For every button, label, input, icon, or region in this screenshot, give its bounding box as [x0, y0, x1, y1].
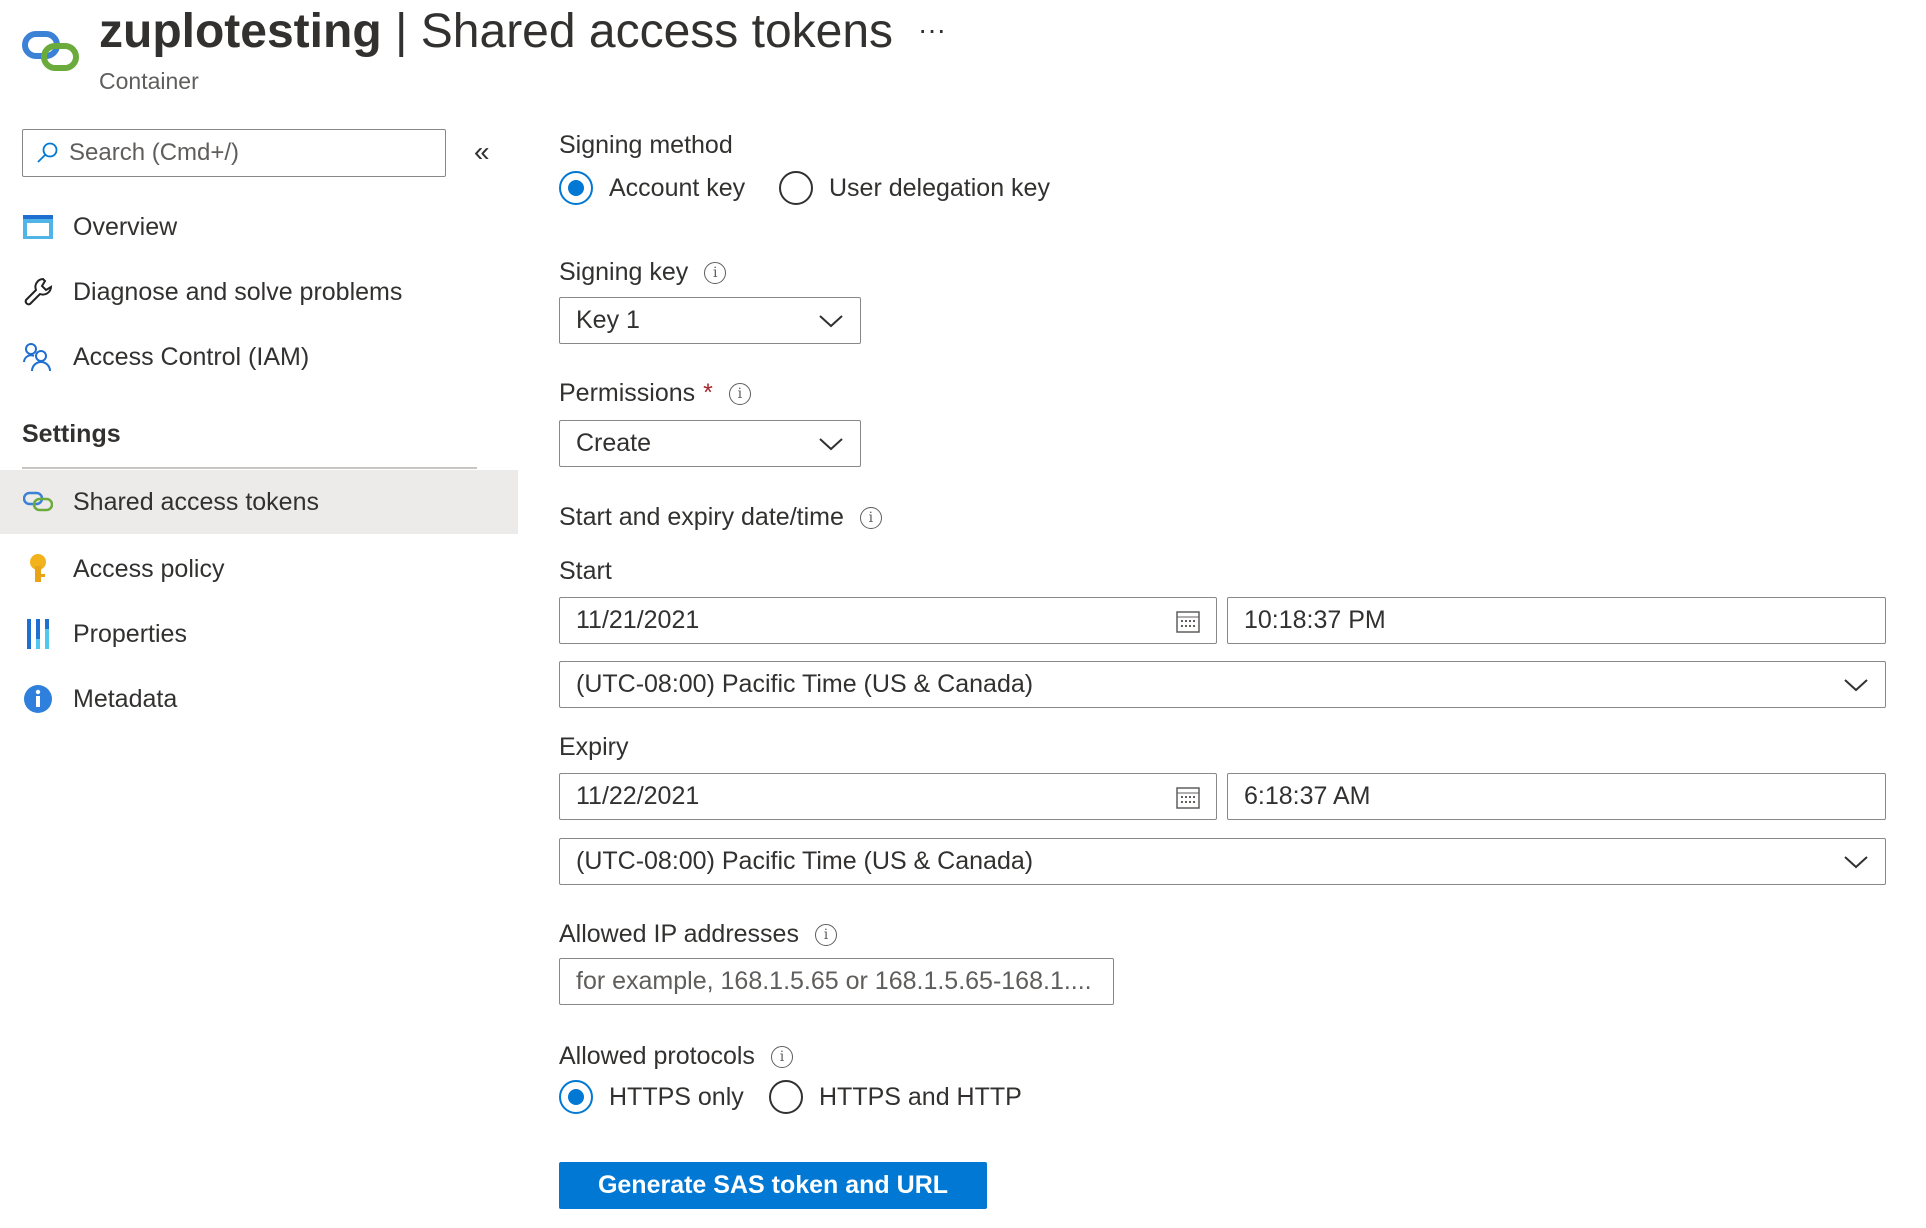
- people-icon: [22, 341, 54, 373]
- signing-method-label: Signing method: [559, 131, 733, 159]
- search-icon: [37, 142, 58, 163]
- info-icon[interactable]: i: [704, 261, 727, 284]
- sidebar-item-overview[interactable]: Overview: [0, 195, 518, 259]
- signing-key-select[interactable]: Key 1: [559, 297, 861, 344]
- settings-section-heading: Settings: [22, 420, 121, 448]
- radio-https-and-http[interactable]: HTTPS and HTTP: [769, 1080, 1022, 1114]
- chevron-down-icon: [819, 437, 843, 450]
- expiry-time-input[interactable]: 6:18:37 AM: [1227, 773, 1886, 820]
- info-icon[interactable]: i: [814, 923, 837, 946]
- collapse-sidebar-button[interactable]: «: [474, 136, 490, 168]
- radio-unselected[interactable]: [779, 171, 813, 205]
- allowed-protocols-label: Allowed protocols i: [559, 1042, 793, 1071]
- start-label: Start: [559, 557, 612, 585]
- start-timezone-select[interactable]: (UTC-08:00) Pacific Time (US & Canada): [559, 661, 1886, 708]
- expiry-timezone-select[interactable]: (UTC-08:00) Pacific Time (US & Canada): [559, 838, 1886, 885]
- start-date-input[interactable]: 11/21/2021: [559, 597, 1217, 644]
- sidebar-item-access-policy[interactable]: Access policy: [0, 537, 518, 601]
- allowed-ip-input[interactable]: for example, 168.1.5.65 or 168.1.5.65-16…: [559, 958, 1114, 1005]
- section-divider: [22, 467, 477, 469]
- required-marker: *: [703, 379, 713, 407]
- overview-icon: [22, 211, 54, 243]
- properties-icon: [22, 618, 54, 650]
- info-icon: [22, 683, 54, 715]
- sidebar-item-properties[interactable]: Properties: [0, 602, 518, 666]
- expiry-date-input[interactable]: 11/22/2021: [559, 773, 1217, 820]
- start-time-input[interactable]: 10:18:37 PM: [1227, 597, 1886, 644]
- info-icon[interactable]: i: [728, 382, 751, 405]
- permissions-select[interactable]: Create: [559, 420, 861, 467]
- key-icon: [22, 553, 54, 585]
- page-title: zuplotesting | Shared access tokens: [99, 5, 894, 58]
- generate-sas-button[interactable]: Generate SAS token and URL: [559, 1162, 987, 1209]
- chevron-down-icon: [819, 314, 843, 327]
- calendar-icon[interactable]: [1176, 609, 1200, 633]
- link-icon: [22, 486, 54, 518]
- wrench-icon: [22, 276, 54, 308]
- search-placeholder: Search (Cmd+/): [69, 139, 240, 166]
- info-icon[interactable]: i: [770, 1045, 793, 1068]
- radio-account-key[interactable]: Account key: [559, 171, 745, 205]
- radio-unselected[interactable]: [769, 1080, 803, 1114]
- chevron-down-icon: [1844, 855, 1868, 868]
- resource-type: Container: [99, 68, 199, 94]
- expiry-label: Expiry: [559, 733, 629, 761]
- resource-logo-icon: [22, 31, 80, 76]
- signing-key-label: Signing key i: [559, 258, 727, 287]
- radio-selected[interactable]: [559, 1080, 593, 1114]
- sidebar-item-metadata[interactable]: Metadata: [0, 667, 518, 731]
- sidebar-item-iam[interactable]: Access Control (IAM): [0, 325, 518, 389]
- radio-user-delegation-key[interactable]: User delegation key: [779, 171, 1050, 205]
- calendar-icon[interactable]: [1176, 785, 1200, 809]
- sidebar-search-input[interactable]: Search (Cmd+/): [22, 129, 446, 177]
- chevron-down-icon: [1844, 678, 1868, 691]
- allowed-ip-label: Allowed IP addresses i: [559, 920, 837, 949]
- sidebar-item-shared-access-tokens[interactable]: Shared access tokens: [0, 470, 518, 534]
- permissions-label: Permissions * i: [559, 379, 751, 408]
- radio-https-only[interactable]: HTTPS only: [559, 1080, 744, 1114]
- sidebar-item-diagnose[interactable]: Diagnose and solve problems: [0, 260, 518, 324]
- info-icon[interactable]: i: [859, 506, 882, 529]
- start-expiry-label: Start and expiry date/time i: [559, 503, 882, 532]
- radio-selected[interactable]: [559, 171, 593, 205]
- more-options-button[interactable]: ···: [918, 14, 946, 46]
